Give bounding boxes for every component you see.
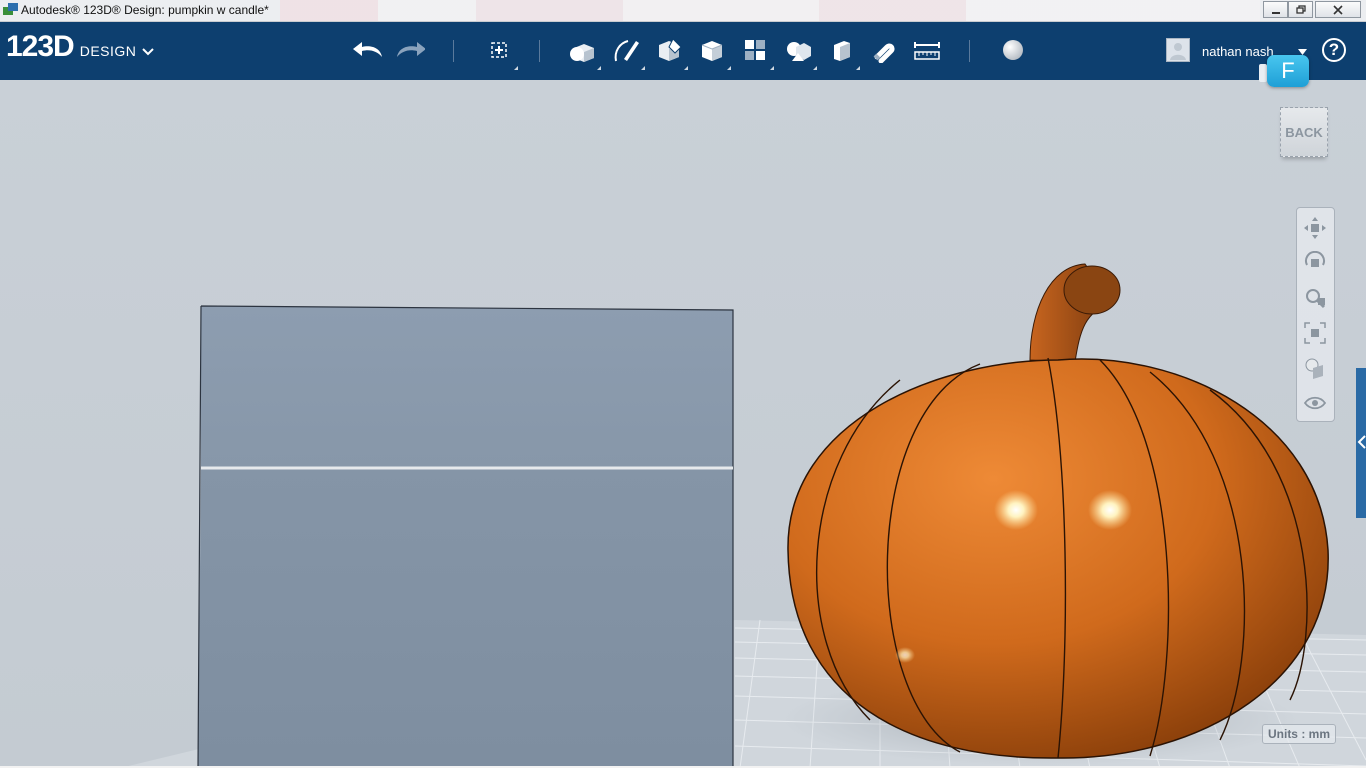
minimize-button[interactable] (1263, 1, 1288, 18)
chevron-left-icon (1357, 435, 1366, 449)
sketch-icon (614, 40, 639, 62)
f-badge-button[interactable]: F (1267, 55, 1309, 87)
minimize-icon (1271, 11, 1280, 14)
avatar[interactable] (1166, 38, 1190, 62)
modify-icon (701, 41, 723, 61)
side-panel-handle[interactable] (1356, 368, 1366, 518)
app-menu-button[interactable]: 123D DESIGN (6, 30, 155, 63)
snap-icon (873, 43, 895, 63)
transform-icon (491, 42, 507, 58)
modify-button[interactable] (697, 36, 731, 70)
material-icon (1003, 40, 1023, 60)
units-indicator[interactable]: Units : mm (1262, 724, 1336, 744)
help-button[interactable]: ? (1322, 38, 1346, 62)
view-mode-icon (1305, 358, 1323, 379)
redo-icon (397, 42, 425, 57)
visibility-button[interactable] (1302, 390, 1328, 416)
fit-icon (1304, 322, 1326, 344)
navigation-bar (1296, 207, 1335, 422)
view-cube[interactable]: BACK (1280, 107, 1328, 157)
combine-icon (834, 41, 850, 61)
toolbar-separator (453, 40, 454, 62)
background-taskbar-tabs (280, 0, 1260, 21)
logo-word: DESIGN (79, 43, 137, 59)
visibility-icon (1303, 396, 1327, 410)
scene-canvas (120, 263, 1366, 768)
grouping-icon (787, 42, 811, 61)
construct-icon (659, 38, 682, 61)
badge-tab (1259, 64, 1267, 82)
primitives-button[interactable] (567, 36, 601, 70)
orbit-button[interactable] (1302, 250, 1328, 276)
toolbar-separator (539, 40, 540, 62)
measure-button[interactable] (912, 36, 942, 64)
transform-button[interactable] (484, 36, 518, 70)
pumpkin-object[interactable] (787, 263, 1329, 759)
orbit-icon (1305, 251, 1325, 267)
undo-button[interactable] (352, 36, 382, 64)
window-title: Autodesk® 123D® Design: pumpkin w candle… (21, 3, 269, 17)
primitives-icon (570, 44, 594, 62)
pan-button[interactable] (1302, 215, 1328, 241)
material-button[interactable] (998, 36, 1028, 64)
redo-button[interactable] (395, 36, 425, 64)
zoom-icon (1306, 289, 1326, 309)
logo-number: 123D (6, 30, 75, 63)
zoom-button[interactable] (1302, 285, 1328, 311)
pattern-button[interactable] (740, 36, 774, 70)
app-icon (3, 3, 18, 15)
chevron-down-icon (142, 48, 155, 56)
main-toolbar: 123D DESIGN nathan nash ? (0, 22, 1366, 80)
combine-button[interactable] (826, 36, 860, 70)
user-name[interactable]: nathan nash (1202, 44, 1274, 59)
undo-icon (353, 42, 382, 57)
snap-button[interactable] (869, 36, 899, 64)
restore-button[interactable] (1288, 1, 1313, 18)
fit-button[interactable] (1302, 320, 1328, 346)
grouping-button[interactable] (783, 36, 817, 70)
pattern-icon (745, 40, 765, 60)
measure-icon (914, 42, 940, 60)
user-icon (1170, 43, 1186, 60)
window-title-bar: Autodesk® 123D® Design: pumpkin w candle… (0, 0, 1366, 22)
sketch-button[interactable] (611, 36, 645, 70)
view-mode-button[interactable] (1302, 355, 1328, 381)
toolbar-separator (969, 40, 970, 62)
box-object[interactable] (197, 305, 734, 768)
3d-viewport[interactable]: BACK Units : mm (0, 80, 1366, 768)
construct-button[interactable] (654, 36, 688, 70)
close-button[interactable] (1315, 1, 1361, 18)
restore-icon (1295, 4, 1306, 14)
pan-icon (1304, 217, 1326, 239)
close-icon (1333, 4, 1343, 15)
